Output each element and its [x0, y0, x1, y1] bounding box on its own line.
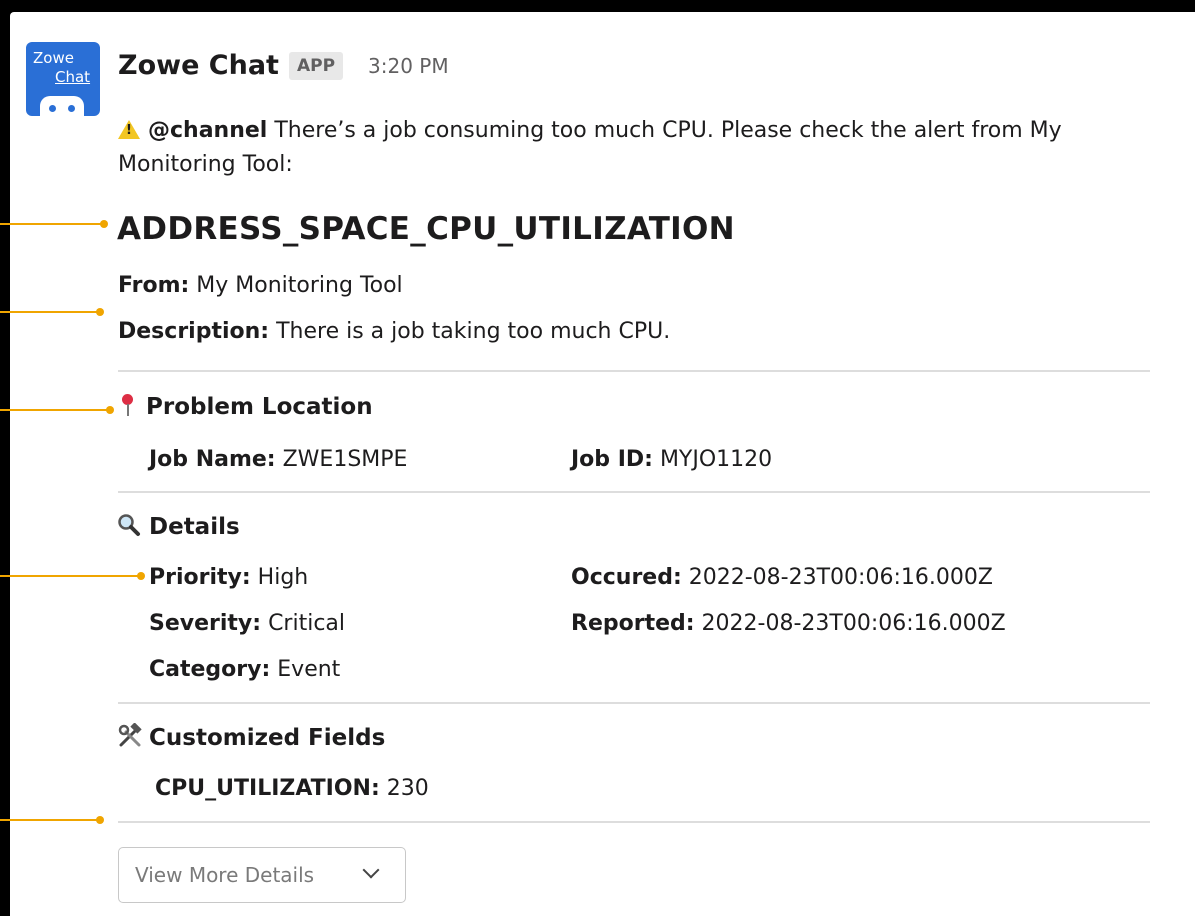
divider [118, 821, 1150, 823]
job-id-label: Job ID: [571, 447, 653, 472]
annotation-line [0, 223, 104, 225]
reported-value: 2022-08-23T00:06:16.000Z [694, 611, 1006, 636]
annotation-line [0, 311, 100, 313]
priority-value: High [250, 565, 309, 590]
message-timestamp[interactable]: 3:20 PM [368, 50, 449, 82]
app-badge: APP [289, 52, 344, 80]
priority-field: Priority: High [149, 563, 308, 593]
annotation-dot [96, 308, 104, 316]
description-value: There is a job taking too much CPU. [269, 319, 671, 344]
job-name-field: Job Name: ZWE1SMPE [149, 445, 407, 475]
reported-label: Reported: [571, 611, 695, 636]
severity-label: Severity: [149, 611, 262, 636]
dropdown-label: View More Details [135, 863, 315, 887]
cpu-utilization-field: CPU_UTILIZATION: 230 [155, 774, 429, 804]
divider [118, 491, 1150, 493]
cpu-utilization-label: CPU_UTILIZATION: [155, 776, 380, 801]
avatar-text-top: Zowe [33, 49, 74, 67]
view-more-details-dropdown[interactable]: View More Details [118, 847, 406, 903]
description-field: Description: There is a job taking too m… [118, 317, 670, 347]
job-name-label: Job Name: [149, 447, 276, 472]
zowe-chat-avatar[interactable]: Zowe Chat [26, 42, 100, 116]
annotation-dot [100, 220, 108, 228]
section-details: Details [117, 511, 240, 543]
details-title: Details [149, 514, 240, 540]
warning-icon [118, 120, 140, 139]
divider [118, 702, 1150, 704]
category-field: Category: Event [149, 655, 340, 685]
severity-field: Severity: Critical [149, 609, 345, 639]
section-problem-location: Problem Location [120, 391, 373, 423]
annotation-line [0, 409, 110, 411]
alert-title: ADDRESS_SPACE_CPU_UTILIZATION [117, 211, 735, 247]
customized-fields-title: Customized Fields [149, 725, 386, 751]
severity-value: Critical [261, 611, 346, 636]
channel-mention[interactable]: @channel [148, 118, 267, 143]
annotation-dot [96, 816, 104, 824]
description-label: Description: [118, 319, 270, 344]
occured-value: 2022-08-23T00:06:16.000Z [681, 565, 993, 590]
priority-label: Priority: [149, 565, 251, 590]
from-label: From: [118, 273, 190, 298]
section-customized-fields: Customized Fields [117, 722, 385, 754]
annotation-line [0, 575, 142, 577]
job-id-value: MYJO1120 [652, 447, 773, 472]
from-value: My Monitoring Tool [189, 273, 403, 298]
reported-field: Reported: 2022-08-23T00:06:16.000Z [571, 609, 1006, 639]
from-field: From: My Monitoring Tool [118, 271, 403, 301]
divider [118, 370, 1150, 372]
message-text: @channel There’s a job consuming too muc… [118, 114, 1158, 182]
annotation-dot [137, 572, 145, 580]
annotation-line [0, 819, 100, 821]
job-id-field: Job ID: MYJO1120 [571, 445, 772, 475]
category-value: Event [270, 657, 341, 682]
occured-label: Occured: [571, 565, 682, 590]
tools-icon [118, 722, 142, 747]
chevron-down-icon [362, 861, 380, 879]
occured-field: Occured: 2022-08-23T00:06:16.000Z [571, 563, 993, 593]
magnifier-icon [118, 514, 140, 536]
cpu-utilization-value: 230 [379, 776, 429, 801]
robot-icon [40, 96, 84, 116]
problem-location-title: Problem Location [146, 394, 373, 420]
category-label: Category: [149, 657, 271, 682]
job-name-value: ZWE1SMPE [275, 447, 408, 472]
avatar-text-bottom: Chat [55, 68, 91, 86]
pin-icon [120, 392, 133, 418]
annotation-dot [106, 406, 114, 414]
sender-name[interactable]: Zowe Chat [118, 48, 279, 84]
